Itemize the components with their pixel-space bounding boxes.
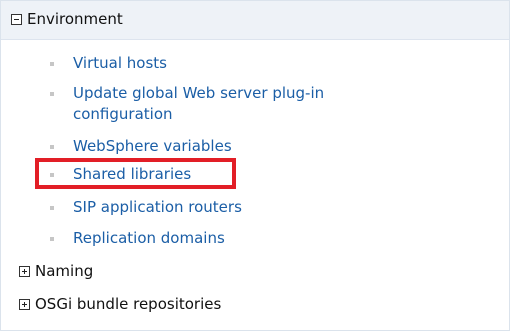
environment-section-header[interactable]: Environment [1,1,509,40]
bullet-icon [50,237,54,241]
replication-domains-link[interactable]: Replication domains [73,228,225,249]
nav-item-replication-domains[interactable]: Replication domains [1,227,501,251]
highlight-box [35,158,236,189]
collapse-icon[interactable] [11,14,22,25]
sip-application-routers-link[interactable]: SIP application routers [73,197,242,218]
virtual-hosts-link[interactable]: Virtual hosts [73,53,167,74]
osgi-bundle-repositories-section[interactable]: OSGi bundle repositories [1,293,501,317]
nav-item-websphere-variables[interactable]: WebSphere variables [1,135,501,159]
bullet-icon [50,92,54,96]
bullet-icon [50,145,54,149]
section-title: Environment [27,10,123,28]
navigation-panel: Environment Virtual hosts Update global … [0,0,510,331]
naming-label[interactable]: Naming [35,261,93,281]
websphere-variables-link[interactable]: WebSphere variables [73,136,232,157]
bullet-icon [50,206,54,210]
update-plugin-link[interactable]: Update global Web server plug-in [73,83,324,104]
expand-icon[interactable] [19,266,30,277]
naming-section[interactable]: Naming [1,260,501,284]
nav-item-virtual-hosts[interactable]: Virtual hosts [1,52,501,76]
osgi-bundle-repositories-label[interactable]: OSGi bundle repositories [35,294,221,314]
update-plugin-link-line2[interactable]: configuration [73,104,173,125]
nav-item-sip-application-routers[interactable]: SIP application routers [1,196,501,220]
expand-icon[interactable] [19,299,30,310]
nav-item-update-plugin[interactable]: Update global Web server plug-in configu… [1,82,501,129]
bullet-icon [50,62,54,66]
